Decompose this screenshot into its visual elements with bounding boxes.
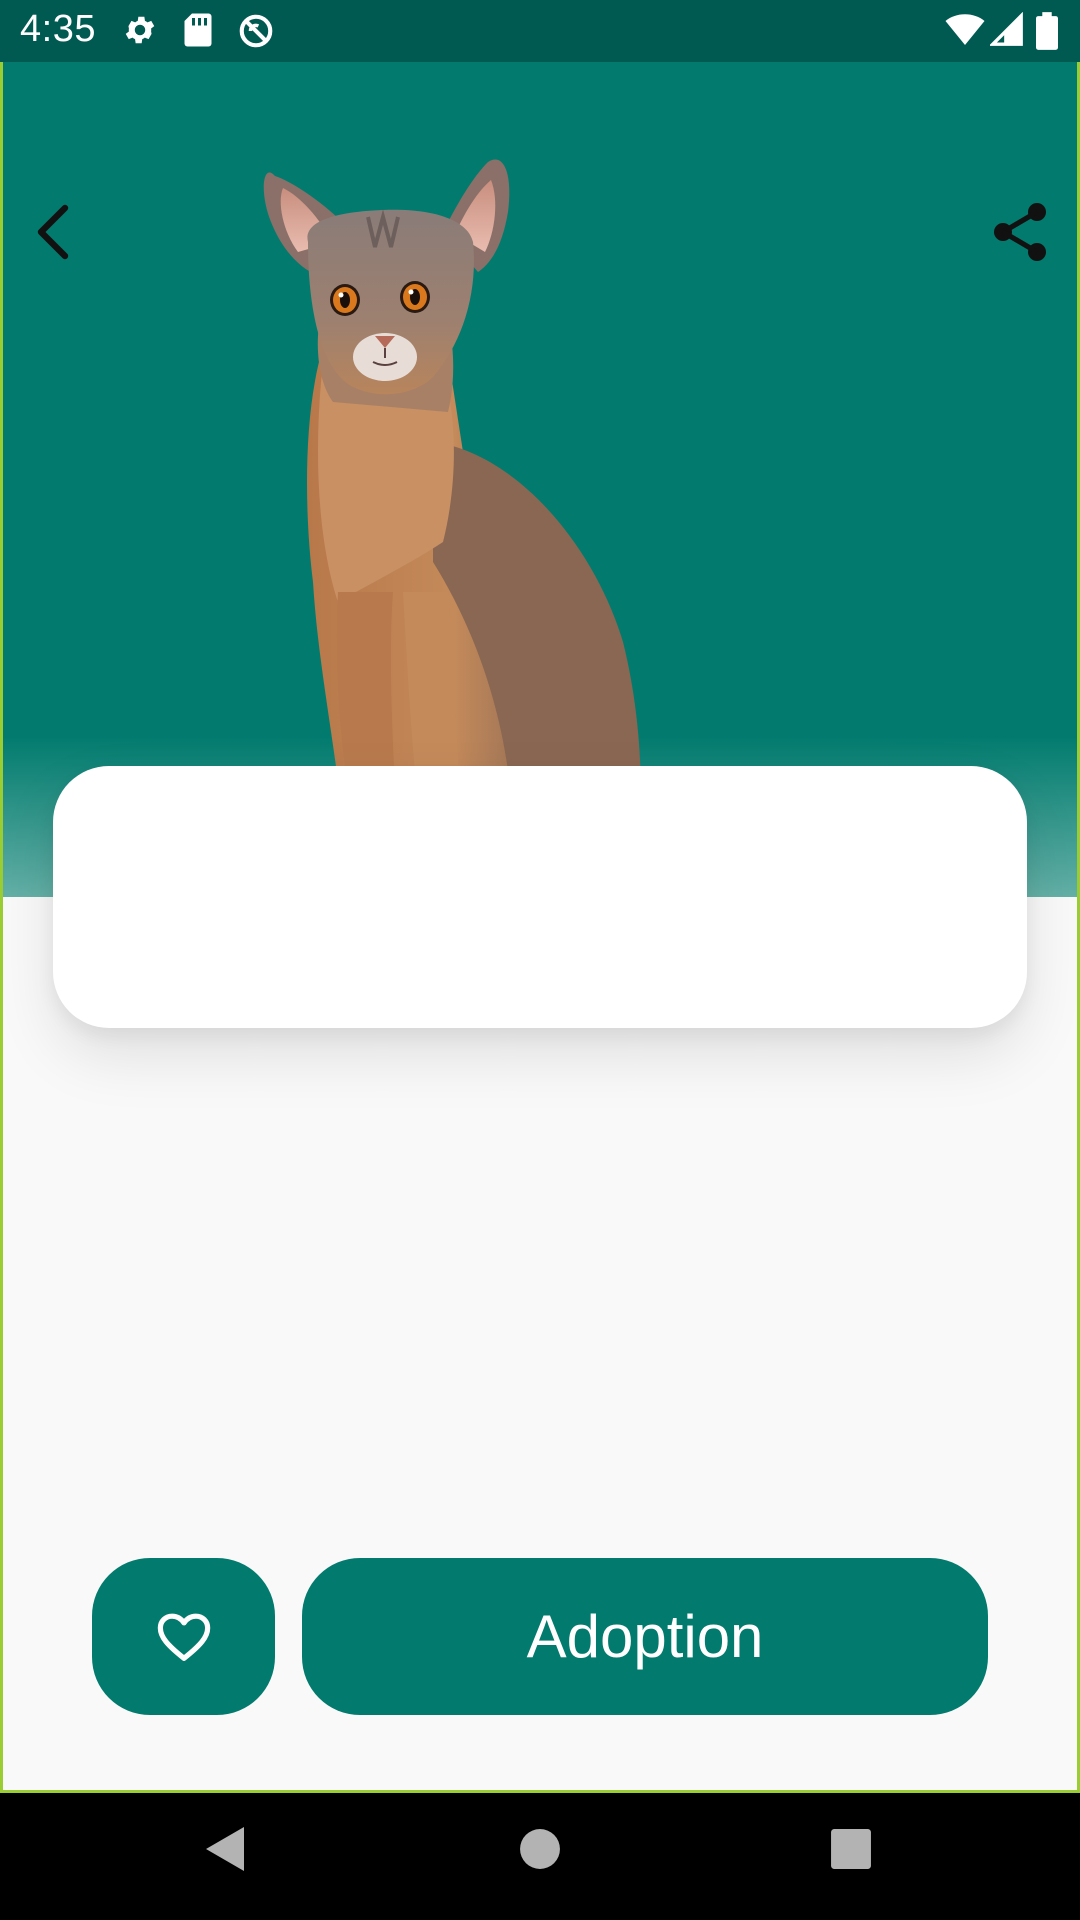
status-bar: 4:35 [0,0,1080,62]
recents-square-icon[interactable] [830,1828,872,1875]
share-button[interactable] [991,200,1051,264]
cat-photo [263,159,641,842]
pet-info-card [53,766,1027,1028]
adoption-button[interactable]: Adoption [302,1558,988,1715]
back-button[interactable] [25,200,81,264]
wifi-icon [944,12,986,53]
home-circle-icon[interactable] [519,1828,561,1875]
status-time: 4:35 [20,8,96,50]
sd-card-icon [183,12,213,53]
share-icon [994,203,1046,261]
cell-signal-icon [988,11,1024,53]
heart-outline-icon [157,1613,210,1661]
favorite-button[interactable] [92,1558,275,1715]
system-navigation-bar [0,1793,1080,1920]
battery-icon [1036,12,1058,55]
sync-off-icon [237,12,275,55]
chevron-left-icon [37,204,69,260]
gear-icon [122,12,158,53]
pet-detail-screen: 4:35 Adoption [0,0,1080,1920]
back-triangle-icon[interactable] [204,1825,246,1878]
adoption-button-label: Adoption [526,1603,764,1670]
